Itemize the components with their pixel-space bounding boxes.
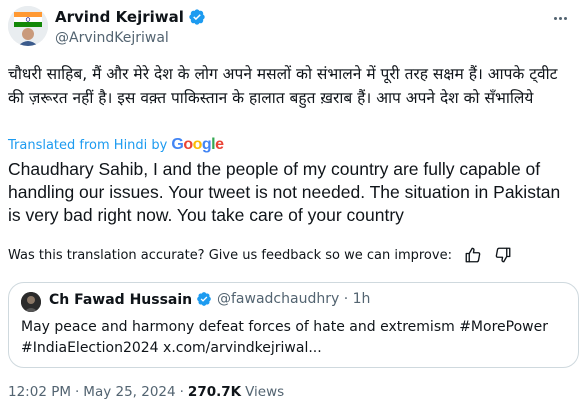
quoted-handle-time[interactable]: @fawadchaudhry · 1h (217, 291, 370, 307)
google-logo-letter: o (192, 136, 203, 153)
translation-attribution: Translated from Hindi by Google (8, 136, 224, 154)
author-avatar[interactable] (8, 6, 48, 46)
meta-separator: · (179, 384, 184, 400)
google-logo-letter: G (171, 136, 184, 153)
more-options-icon[interactable] (549, 8, 571, 28)
tweet-meta: 12:02 PM · May 25, 2024 · 270.7K Views (8, 384, 284, 400)
google-logo-letter: e (215, 136, 224, 153)
thumbs-down-icon[interactable] (494, 246, 512, 264)
views-count: 270.7K (187, 384, 242, 400)
tweet-header: Arvind Kejriwal @ArvindKejriwal (8, 2, 579, 52)
tweet-date[interactable]: May 25, 2024 (83, 384, 175, 400)
quoted-author-name[interactable]: Ch Fawad Hussain (49, 292, 192, 308)
translation-feedback: Was this translation accurate? Give us f… (8, 244, 583, 266)
quoted-tweet[interactable]: Ch Fawad Hussain @fawadchaudhry · 1h May… (8, 282, 579, 368)
meta-separator: · (75, 384, 80, 400)
author-handle[interactable]: @ArvindKejriwal (55, 30, 169, 46)
tweet-time[interactable]: 12:02 PM (8, 384, 71, 400)
feedback-prompt: Was this translation accurate? Give us f… (8, 247, 452, 263)
tweet-original-text: चौधरी साहिब, मैं और मेरे देश के लोग अपने… (8, 65, 558, 107)
quoted-verified-badge-icon (196, 291, 214, 309)
author-display-name[interactable]: Arvind Kejriwal (55, 8, 184, 26)
google-logo-letter: g (201, 136, 212, 153)
google-logo-letter: o (183, 136, 193, 153)
tweet-translation-text: Chaudhary Sahib, I and the people of my … (8, 159, 561, 225)
google-logo: Google (171, 136, 224, 154)
translated-from-label: Translated from Hindi by (8, 137, 168, 153)
views-label: Views (245, 384, 285, 400)
quoted-author-avatar[interactable] (21, 292, 41, 312)
verified-badge-icon (188, 8, 206, 26)
thumbs-up-icon[interactable] (464, 246, 482, 264)
quoted-tweet-text: May peace and harmony defeat forces of h… (21, 319, 548, 356)
